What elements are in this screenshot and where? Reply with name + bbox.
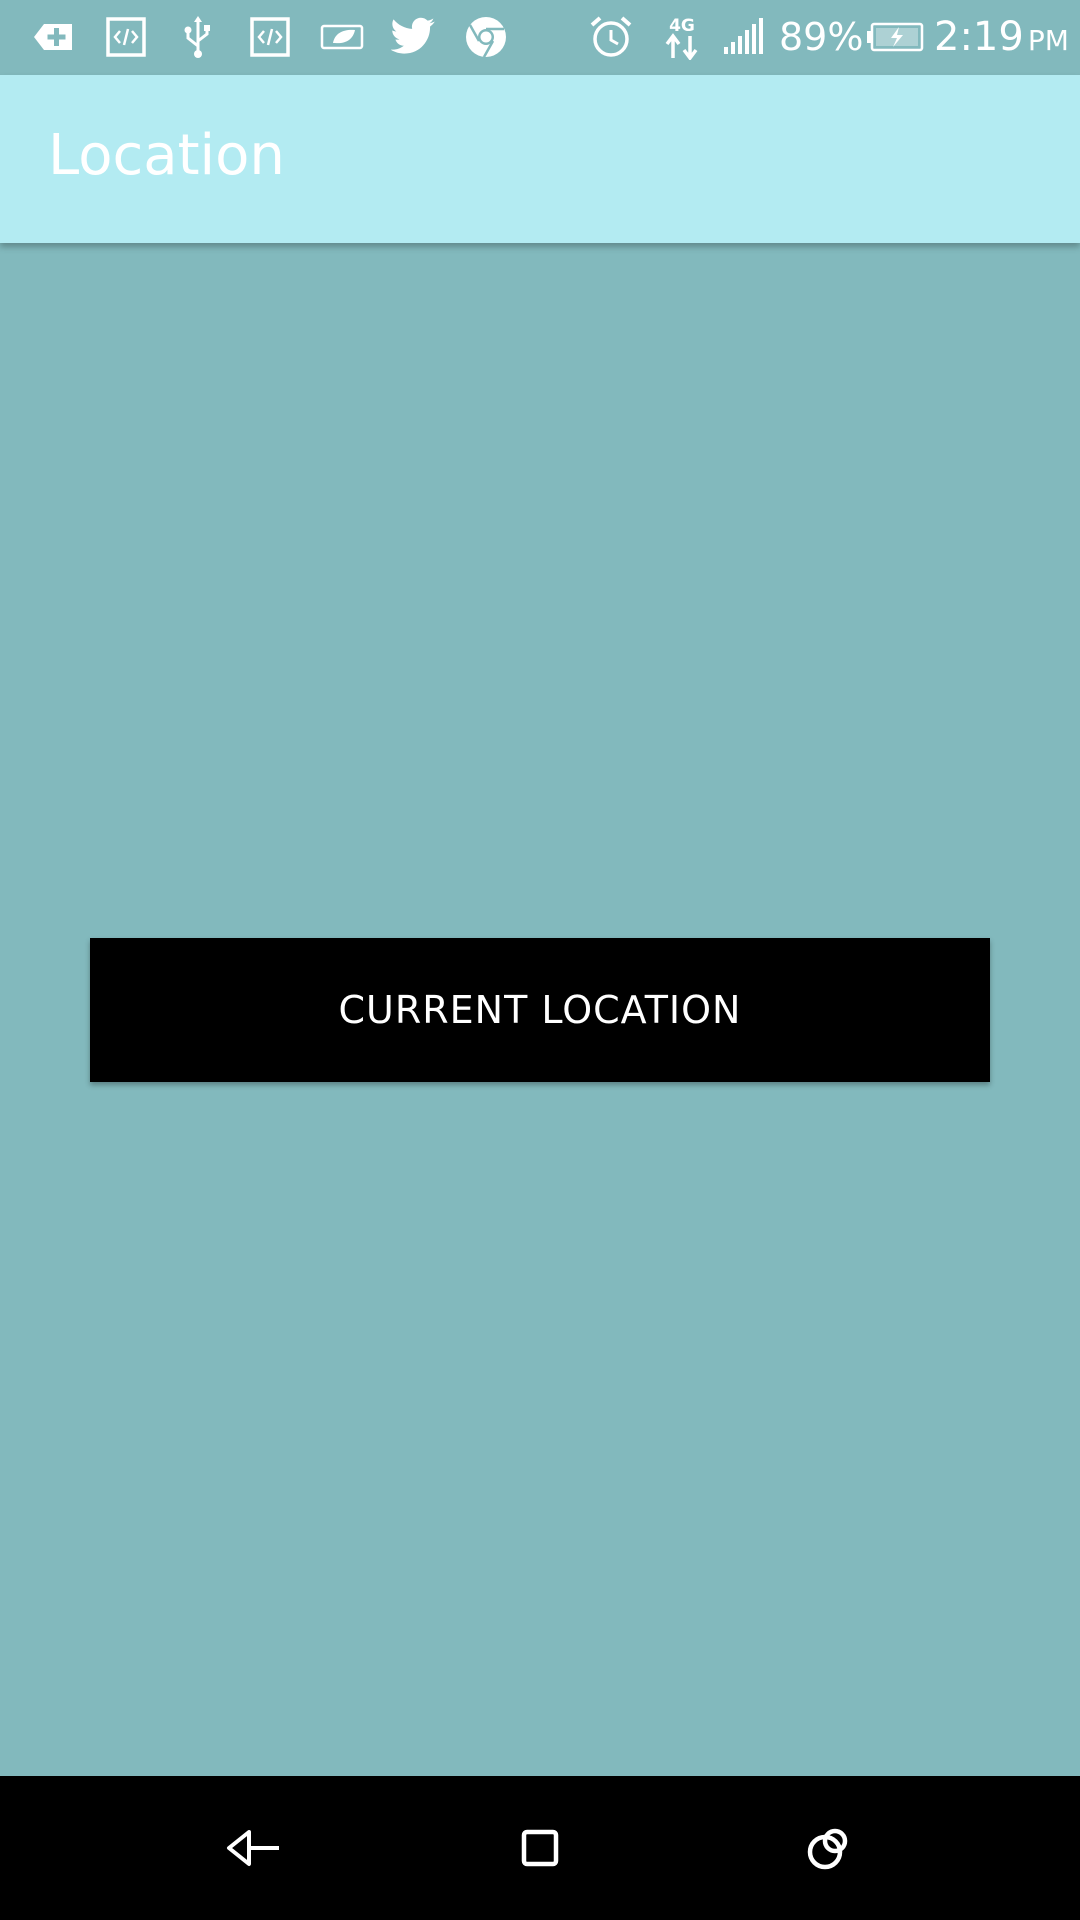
screen: 4G 89% 2:19 PM Location CURRENT LOCATION [0, 0, 1080, 1920]
usb-icon [173, 12, 223, 62]
code-icon [101, 12, 151, 62]
battery-percent: 89% [779, 15, 864, 59]
back-button[interactable] [213, 1808, 293, 1888]
twitter-icon [389, 12, 439, 62]
code-icon [245, 12, 295, 62]
clock: 2:19 PM [934, 12, 1069, 66]
home-button[interactable] [500, 1808, 580, 1888]
back-icon [227, 1830, 279, 1866]
recents-icon [807, 1828, 848, 1870]
status-bar: 4G 89% 2:19 PM [0, 0, 1080, 75]
clock-ampm: PM [1027, 24, 1069, 57]
svg-text:4G: 4G [669, 16, 695, 36]
home-icon [521, 1829, 559, 1867]
battery-saver-leaf-icon [317, 12, 367, 62]
page-title: Location [48, 123, 285, 188]
navigation-bar [0, 1776, 1080, 1920]
battery-charging-icon [866, 12, 924, 62]
chrome-icon [461, 12, 511, 62]
alarm-icon [586, 12, 636, 62]
clock-time: 2:19 [934, 14, 1024, 60]
main-content: CURRENT LOCATION [0, 243, 1080, 1776]
current-location-button[interactable]: CURRENT LOCATION [90, 938, 990, 1082]
signal-strength-icon [719, 12, 769, 62]
add-tab-icon [28, 12, 78, 62]
recents-button[interactable] [788, 1808, 868, 1888]
4g-data-icon: 4G [657, 12, 707, 62]
app-bar: Location [0, 75, 1080, 243]
